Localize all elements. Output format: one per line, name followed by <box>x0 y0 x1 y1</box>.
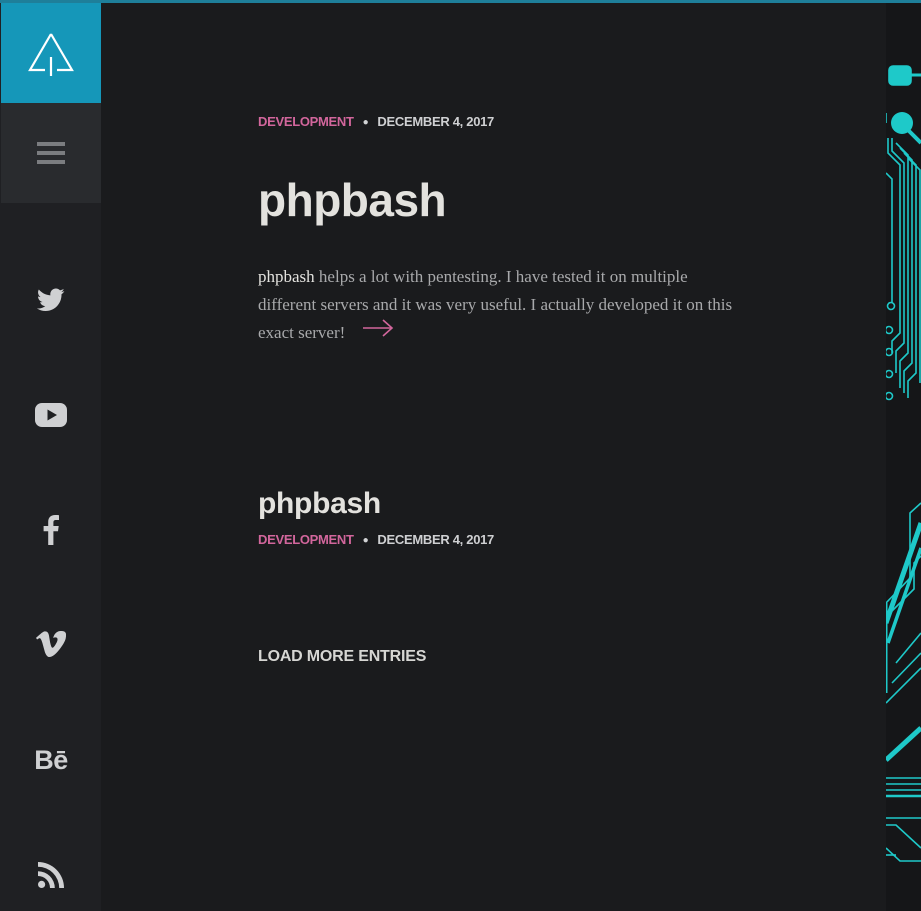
youtube-link[interactable] <box>1 385 101 445</box>
twitter-link[interactable] <box>1 270 101 330</box>
twitter-icon <box>37 288 65 311</box>
rss-icon <box>38 862 64 888</box>
post-category-link[interactable]: DEVELOPMENT <box>258 114 354 129</box>
behance-icon: Bē <box>34 744 68 775</box>
post-meta: DEVELOPMENT ● DECEMBER 4, 2017 <box>258 114 494 129</box>
read-more-arrow-icon[interactable] <box>362 318 394 347</box>
sidebar: Bē <box>0 0 102 911</box>
excerpt-lead-word: phpbash <box>258 267 315 286</box>
facebook-icon <box>43 515 59 545</box>
post-title-link[interactable]: phpbash <box>258 172 447 228</box>
triangle-tree-logo-icon <box>28 33 74 76</box>
menu-toggle-button[interactable] <box>1 103 101 203</box>
main-content <box>101 3 886 911</box>
second-post-title-link[interactable]: phpbash <box>258 484 381 524</box>
circuit-decoration <box>886 3 921 911</box>
meta-separator-dot: ● <box>362 535 369 546</box>
logo-button[interactable] <box>1 3 101 103</box>
post-date: DECEMBER 4, 2017 <box>377 114 494 129</box>
second-post-category-link[interactable]: DEVELOPMENT <box>258 532 354 547</box>
facebook-link[interactable] <box>1 500 101 560</box>
top-accent-line <box>0 0 921 3</box>
vimeo-link[interactable] <box>1 614 101 674</box>
hamburger-menu-icon <box>37 142 65 164</box>
meta-separator-dot: ● <box>362 117 369 128</box>
circuit-board-graphic <box>886 65 921 862</box>
load-more-button[interactable]: LOAD MORE ENTRIES <box>258 648 426 666</box>
rss-link[interactable] <box>1 845 101 905</box>
second-post-meta: DEVELOPMENT ● DECEMBER 4, 2017 <box>258 532 494 547</box>
behance-link[interactable]: Bē <box>1 730 101 790</box>
post-excerpt: phpbash helps a lot with pentesting. I h… <box>258 263 738 349</box>
excerpt-text: helps a lot with pentesting. I have test… <box>258 267 733 342</box>
second-post-date: DECEMBER 4, 2017 <box>377 532 494 547</box>
youtube-icon <box>35 403 67 427</box>
vimeo-icon <box>36 631 66 657</box>
